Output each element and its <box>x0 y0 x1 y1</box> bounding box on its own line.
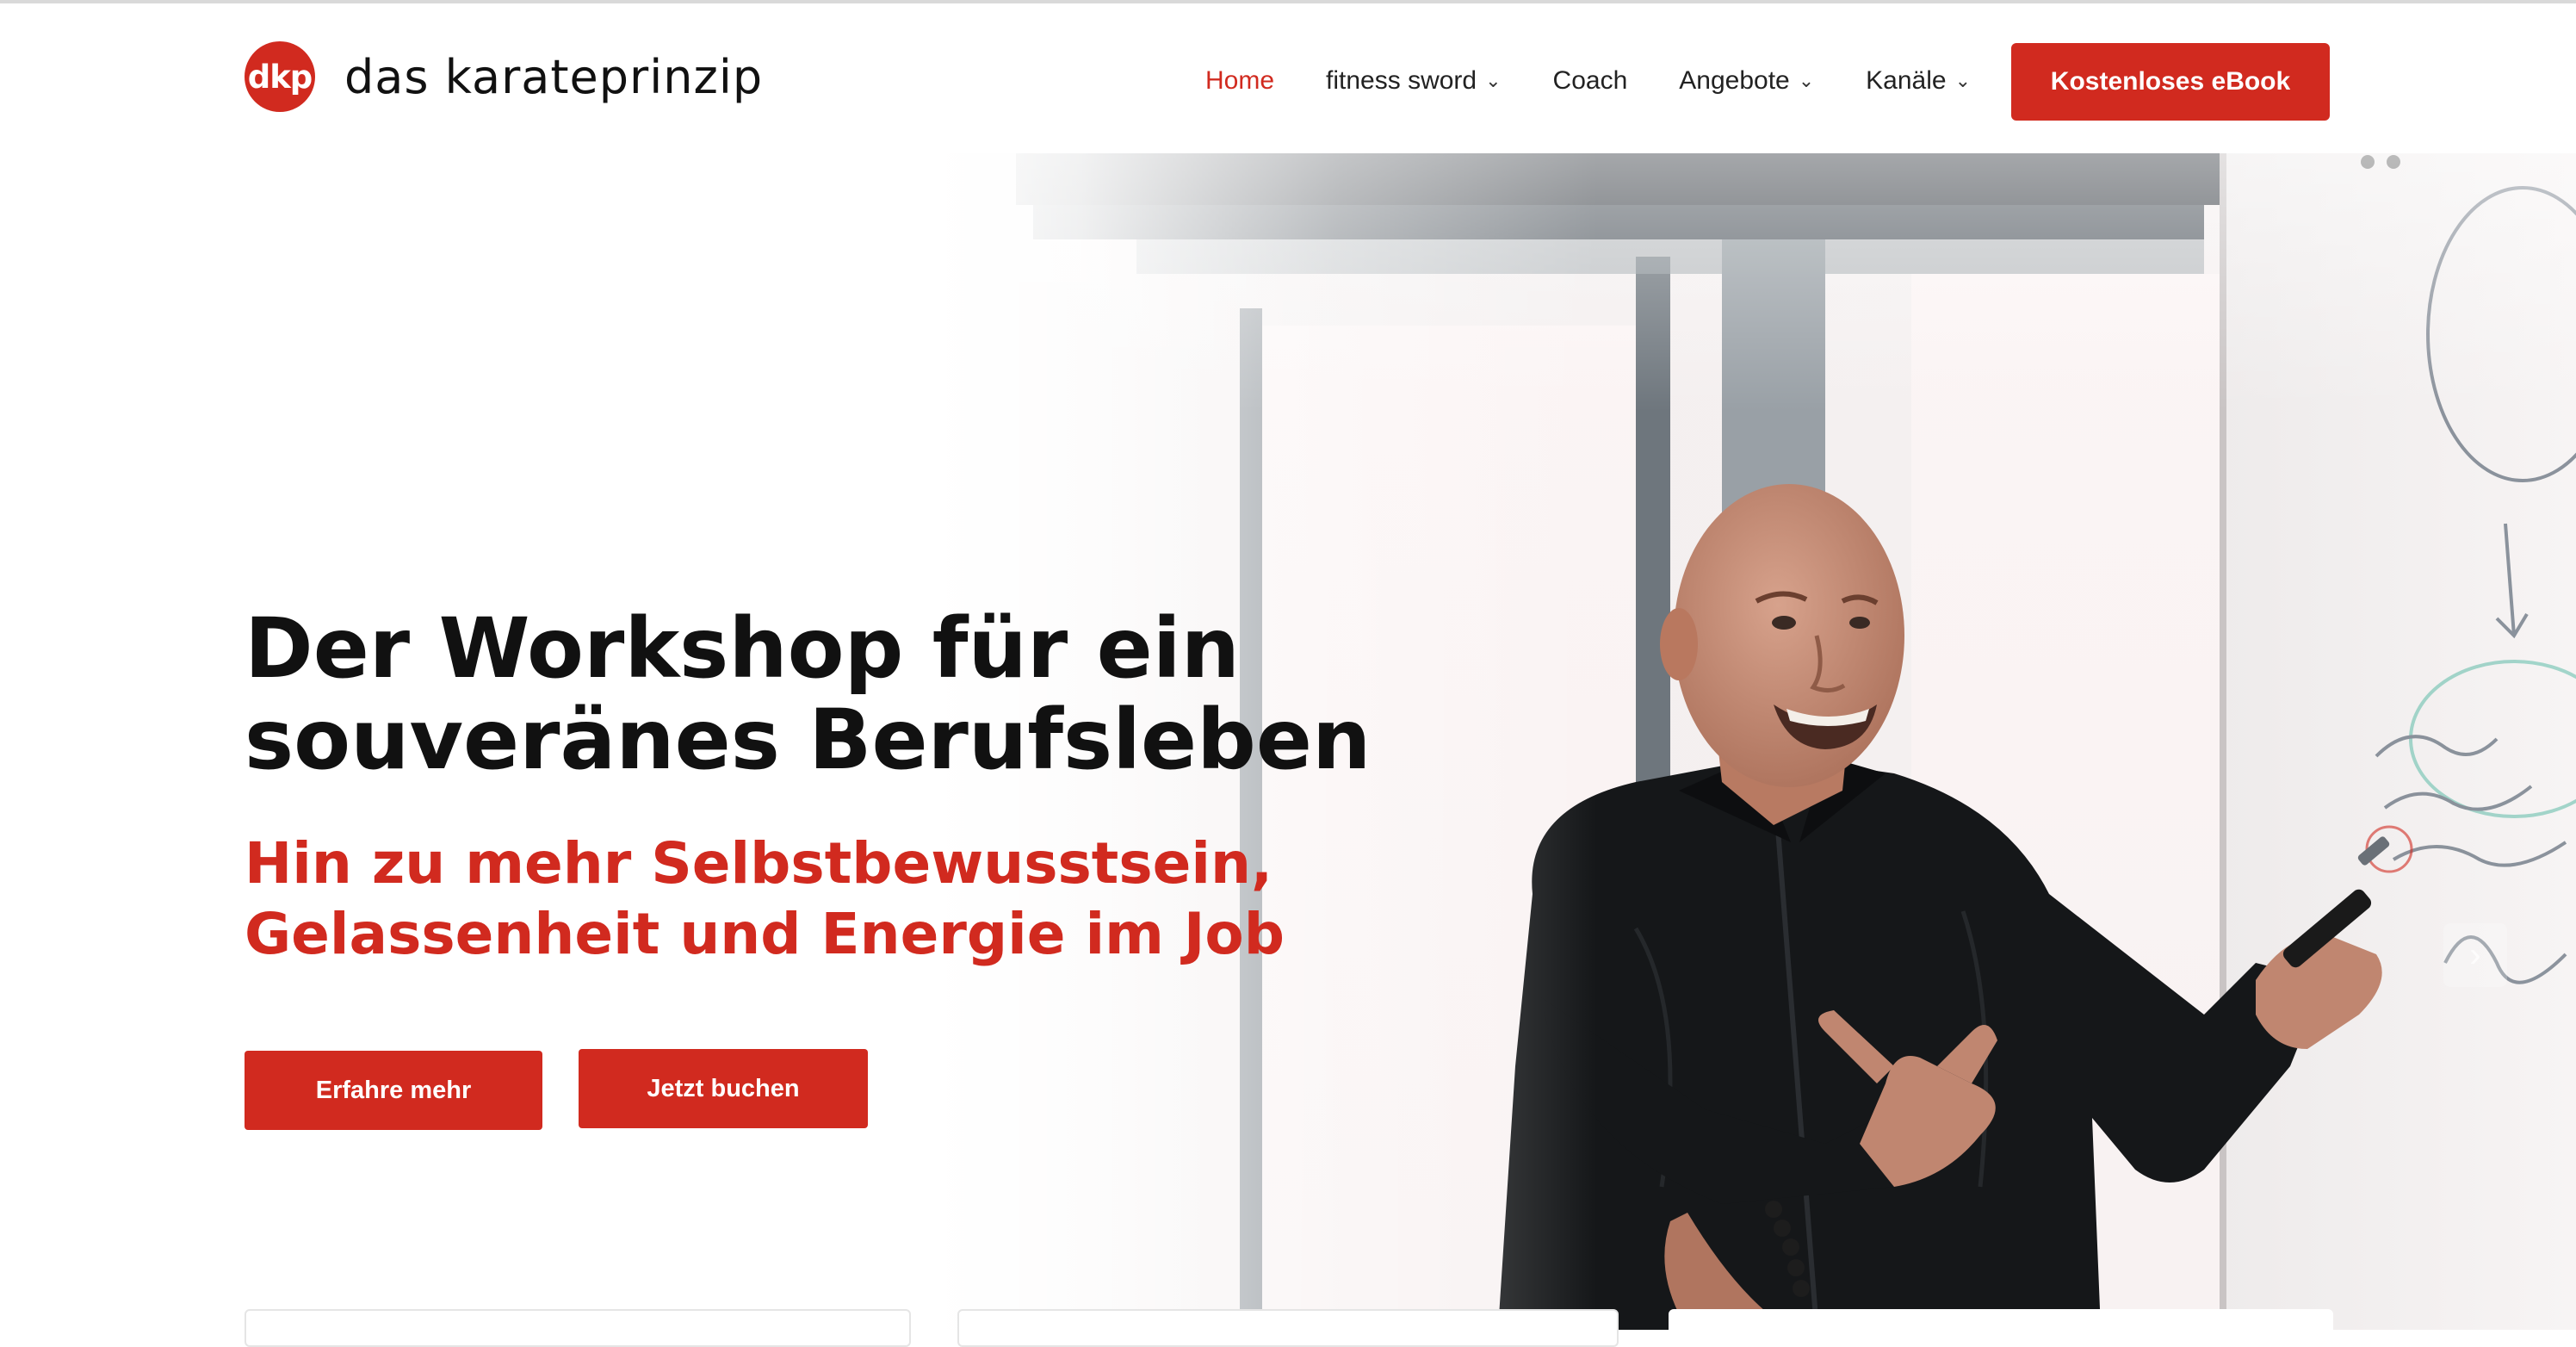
site-header: dkp das karateprinzip Home fitness sword… <box>0 3 2576 153</box>
site-logo[interactable]: dkp das karateprinzip <box>245 40 763 114</box>
main-nav: Home fitness sword ⌄ Coach Angebote ⌄ Ka… <box>1205 43 2021 119</box>
hero-subtitle: Hin zu mehr Selbstbewusstsein, Gelassenh… <box>245 829 1450 970</box>
feature-card <box>957 1309 1619 1347</box>
logo-mark: dkp <box>245 41 315 112</box>
nav-item-label: fitness sword <box>1326 66 1477 95</box>
chevron-down-icon: ⌄ <box>1954 70 1972 91</box>
nav-item-label: Angebote <box>1679 66 1790 95</box>
hero-title-line-2: souveränes Berufsleben <box>245 692 1372 788</box>
hero-subtitle-line-2: Gelassenheit und Energie im Job <box>245 901 1285 967</box>
hero-section: Der Workshop für ein souveränes Berufsle… <box>0 153 2576 1330</box>
feature-card <box>1669 1309 2333 1347</box>
nav-item-angebote[interactable]: Angebote ⌄ <box>1679 66 1814 96</box>
nav-item-label: Coach <box>1552 66 1628 95</box>
nav-item-label: Kanäle <box>1866 66 1947 95</box>
logo-text: das karateprinzip <box>344 49 764 104</box>
hero-title-line-1: Der Workshop für ein <box>245 600 1240 697</box>
hero-subtitle-line-1: Hin zu mehr Selbstbewusstsein, <box>245 830 1273 897</box>
chevron-right-icon[interactable]: › <box>2443 923 2507 987</box>
chevron-down-icon: ⌄ <box>1485 70 1502 91</box>
nav-item-fitness-sword[interactable]: fitness sword ⌄ <box>1326 66 1502 96</box>
feature-card <box>245 1309 911 1347</box>
hero-title: Der Workshop für ein souveränes Berufsle… <box>245 603 1450 785</box>
nav-item-home[interactable]: Home <box>1205 66 1274 96</box>
free-ebook-button[interactable]: Kostenloses eBook <box>2011 43 2330 121</box>
hero-fade-top <box>0 153 2576 412</box>
nav-item-label: Home <box>1205 66 1275 95</box>
book-now-button[interactable]: Jetzt buchen <box>579 1049 868 1128</box>
nav-item-coach[interactable]: Coach <box>1553 66 1628 96</box>
chevron-down-icon: ⌄ <box>1798 70 1815 91</box>
nav-item-kanaele[interactable]: Kanäle ⌄ <box>1866 66 1971 96</box>
learn-more-button[interactable]: Erfahre mehr <box>245 1051 542 1130</box>
